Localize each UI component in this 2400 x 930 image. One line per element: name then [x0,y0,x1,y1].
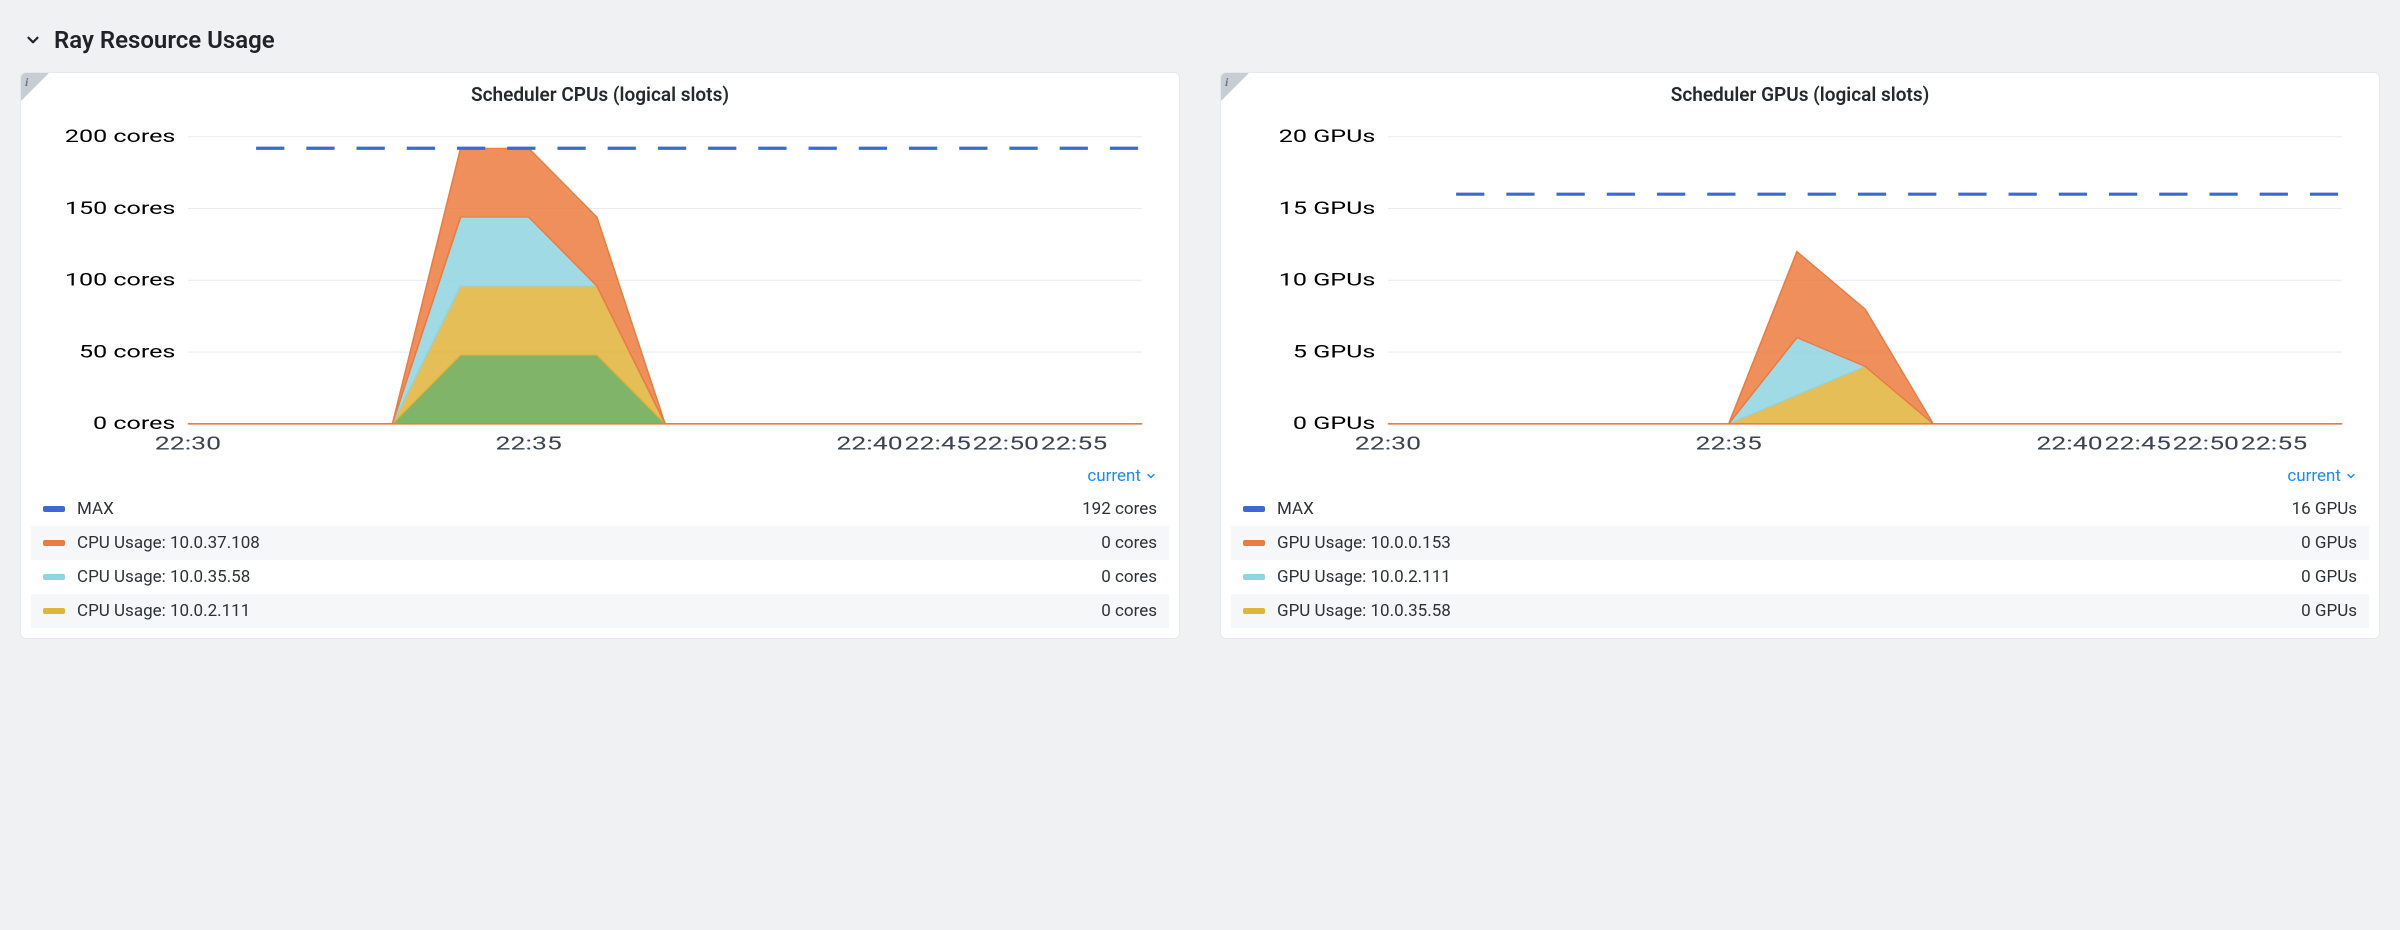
legend-swatch [1243,574,1265,580]
legend-row[interactable]: MAX192 cores [31,492,1169,526]
legend-label: GPU Usage: 10.0.35.58 [1277,601,2301,621]
legend-row[interactable]: GPU Usage: 10.0.2.1110 GPUs [1231,560,2369,594]
info-icon: i [1225,75,1228,90]
y-tick-label: 100 cores [65,271,176,291]
legend-value: 0 GPUs [2301,533,2357,553]
legend: MAX16 GPUsGPU Usage: 10.0.0.1530 GPUsGPU… [1221,492,2379,638]
series-area [188,355,1142,424]
legend-value: 192 cores [1082,499,1157,519]
legend-label: GPU Usage: 10.0.2.111 [1277,567,2301,587]
legend-value: 0 cores [1101,567,1157,587]
legend-swatch [1243,608,1265,614]
legend-row[interactable]: CPU Usage: 10.0.35.580 cores [31,560,1169,594]
legend-row[interactable]: GPU Usage: 10.0.0.1530 GPUs [1231,526,2369,560]
legend-swatch [1243,540,1265,546]
legend-sort-label: current [2287,466,2341,486]
x-tick-label: 22:50 [973,433,1039,454]
legend-label: CPU Usage: 10.0.2.111 [77,601,1101,621]
chart-area[interactable]: 0 cores 50 cores 100 cores 150 cores 200 cor… [21,112,1179,462]
legend-row[interactable]: MAX16 GPUs [1231,492,2369,526]
x-tick-label: 22:35 [1696,433,1762,454]
y-tick-label: 5 GPUs [1293,342,1375,362]
x-tick-label: 22:30 [155,433,221,454]
x-tick-label: 22:45 [904,433,970,454]
chevron-down-icon [2345,470,2357,482]
legend-value: 0 cores [1101,601,1157,621]
chart-area[interactable]: 0 GPUs 5 GPUs 10 GPUs 15 GPUs 20 GPUs 22:30 22… [1221,112,2379,462]
y-tick-label: 10 GPUs [1279,271,1376,291]
legend-label: CPU Usage: 10.0.35.58 [77,567,1101,587]
info-icon: i [25,75,28,90]
legend-label: GPU Usage: 10.0.0.153 [1277,533,2301,553]
x-tick-label: 22:40 [836,433,902,454]
x-tick-label: 22:35 [496,433,562,454]
legend-label: MAX [1277,499,2292,519]
legend-value: 0 cores [1101,533,1157,553]
chevron-down-icon [24,31,42,49]
x-tick-label: 22:40 [2036,433,2102,454]
dashboard-panel: iScheduler GPUs (logical slots) 0 GPUs 5 G… [1220,72,2380,639]
y-tick-label: 15 GPUs [1279,199,1376,219]
series-area [188,286,1142,424]
legend-swatch [43,608,65,614]
section-title: Ray Resource Usage [54,26,275,54]
section-toggle[interactable]: Ray Resource Usage [10,20,2390,72]
series-area [188,148,1142,424]
legend-label: CPU Usage: 10.0.37.108 [77,533,1101,553]
legend: MAX192 coresCPU Usage: 10.0.37.1080 core… [21,492,1179,638]
panel-info-corner[interactable]: i [1221,73,1249,101]
legend-swatch [43,506,65,512]
panel-title[interactable]: Scheduler CPUs (logical slots) [21,73,1179,112]
legend-sort-dropdown[interactable]: current [1087,466,1157,486]
legend-row[interactable]: GPU Usage: 10.0.35.580 GPUs [1231,594,2369,628]
panel-info-corner[interactable]: i [21,73,49,101]
legend-value: 0 GPUs [2301,601,2357,621]
series-area [1388,366,2342,423]
y-tick-label: 0 GPUs [1293,414,1375,434]
chevron-down-icon [1145,470,1157,482]
legend-sort-dropdown[interactable]: current [2287,466,2357,486]
y-tick-label: 200 cores [65,127,176,147]
legend-value: 16 GPUs [2292,499,2357,519]
legend-label: MAX [77,499,1082,519]
series-area [188,217,1142,424]
y-tick-label: 50 cores [79,342,175,362]
legend-row[interactable]: CPU Usage: 10.0.37.1080 cores [31,526,1169,560]
x-tick-label: 22:55 [1041,433,1107,454]
legend-sort-label: current [1087,466,1141,486]
legend-row[interactable]: CPU Usage: 10.0.2.1110 cores [31,594,1169,628]
legend-swatch [43,540,65,546]
y-tick-label: 0 cores [93,414,175,434]
panel-title[interactable]: Scheduler GPUs (logical slots) [1221,73,2379,112]
legend-header: current [21,462,1179,492]
legend-value: 0 GPUs [2301,567,2357,587]
x-tick-label: 22:50 [2173,433,2239,454]
x-tick-label: 22:55 [2241,433,2307,454]
dashboard-panel: iScheduler CPUs (logical slots) 0 cores 50… [20,72,1180,639]
y-tick-label: 150 cores [65,199,176,219]
legend-header: current [1221,462,2379,492]
x-tick-label: 22:45 [2104,433,2170,454]
x-tick-label: 22:30 [1355,433,1421,454]
y-tick-label: 20 GPUs [1279,127,1376,147]
legend-swatch [43,574,65,580]
legend-swatch [1243,506,1265,512]
